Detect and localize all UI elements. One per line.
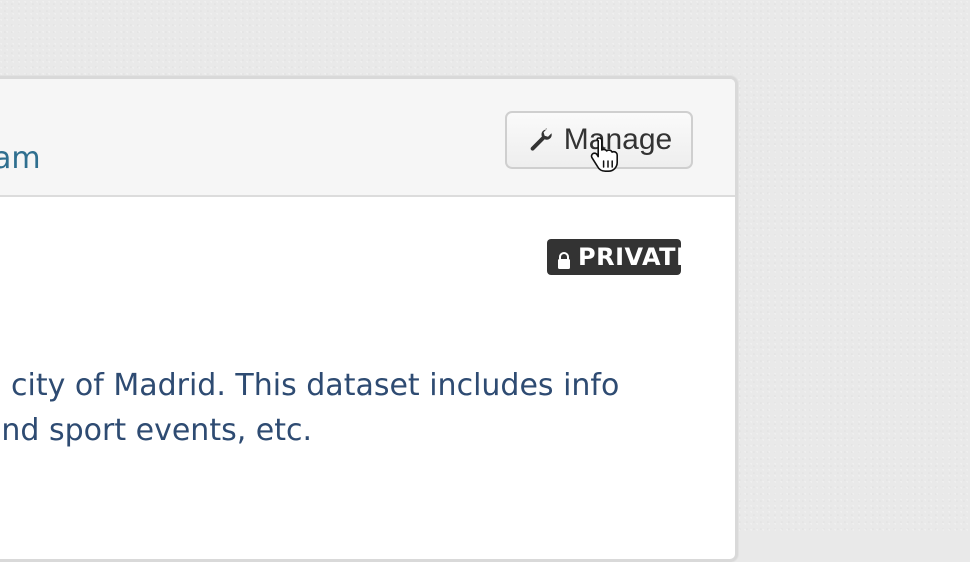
- manage-button[interactable]: Manage: [505, 111, 693, 169]
- description-line-2: and sport events, etc.: [0, 413, 313, 448]
- description-line-1: e city of Madrid. This dataset includes …: [0, 368, 620, 403]
- private-badge: PRIVATE: [547, 239, 692, 275]
- organization-link[interactable]: am: [0, 139, 41, 179]
- lock-icon: [557, 248, 571, 269]
- dataset-description: e city of Madrid. This dataset includes …: [0, 363, 619, 453]
- dataset-panel: am Manage PRIVATE e city of Madrid. This…: [0, 76, 738, 562]
- panel-header: am Manage: [0, 79, 735, 197]
- private-badge-label: PRIVATE: [578, 243, 693, 271]
- manage-button-label: Manage: [563, 123, 673, 156]
- wrench-icon: [526, 126, 554, 154]
